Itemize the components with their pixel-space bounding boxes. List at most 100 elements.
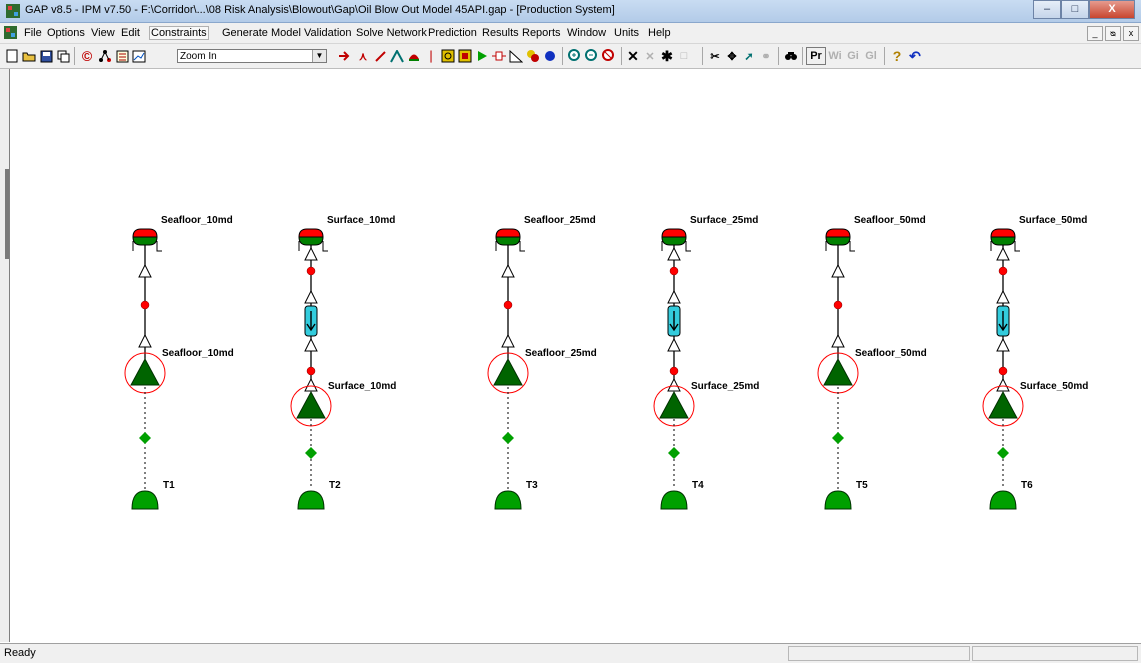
- pointer-icon[interactable]: ➚: [741, 48, 757, 64]
- help-icon[interactable]: ?: [889, 48, 905, 64]
- node-tool-icon[interactable]: [508, 48, 524, 64]
- menu-reports[interactable]: Reports: [522, 27, 561, 39]
- well-node[interactable]: [130, 357, 160, 386]
- pipe-tool-icon[interactable]: [372, 48, 388, 64]
- menu-file[interactable]: File: [24, 27, 42, 39]
- menu-model-validation[interactable]: Model Validation: [271, 27, 352, 39]
- tank-node[interactable]: [824, 490, 852, 510]
- menu-options[interactable]: Options: [47, 27, 85, 39]
- zoom-fit-icon[interactable]: [601, 48, 617, 64]
- well-node[interactable]: [493, 357, 523, 386]
- joint-node[interactable]: [998, 366, 1008, 376]
- separator-node[interactable]: [825, 236, 851, 246]
- binoculars-icon[interactable]: [783, 48, 799, 64]
- disable-icon[interactable]: ✕: [642, 48, 658, 64]
- sidebar-scroll-thumb[interactable]: [5, 169, 9, 259]
- network-canvas[interactable]: Seafloor_10md Seafloor_10md T1 Surface_10md…: [10, 69, 1141, 642]
- tank-node[interactable]: [297, 490, 325, 510]
- gas-lift-mode-button[interactable]: Gl: [863, 48, 879, 64]
- copy-window-icon[interactable]: [55, 48, 71, 64]
- tank-node[interactable]: [494, 490, 522, 510]
- well-node[interactable]: [823, 357, 853, 386]
- tank-tool-icon[interactable]: [337, 48, 353, 64]
- joint-node[interactable]: [833, 300, 843, 310]
- tank-node[interactable]: [660, 490, 688, 510]
- separator-node[interactable]: [132, 228, 158, 238]
- separator-node[interactable]: [298, 236, 324, 246]
- undo-icon[interactable]: ↶: [907, 48, 923, 64]
- joint-node[interactable]: [503, 300, 513, 310]
- blank-tool-icon[interactable]: □: [676, 48, 692, 64]
- joint-node[interactable]: [306, 266, 316, 276]
- mdi-restore-button[interactable]: ᴓ: [1105, 26, 1121, 41]
- joint-node[interactable]: [306, 366, 316, 376]
- joint-node[interactable]: [669, 366, 679, 376]
- asterisk-icon[interactable]: ✱: [659, 48, 675, 64]
- new-file-icon[interactable]: [4, 48, 20, 64]
- separator-node[interactable]: [661, 228, 687, 238]
- menu-help[interactable]: Help: [648, 27, 671, 39]
- separator-node[interactable]: [298, 228, 324, 238]
- document-icon[interactable]: [4, 26, 17, 39]
- separator-node[interactable]: [495, 236, 521, 246]
- menu-edit[interactable]: Edit: [121, 27, 140, 39]
- zoom-out-icon[interactable]: [584, 48, 600, 64]
- move-icon[interactable]: ✥: [724, 48, 740, 64]
- plot-icon[interactable]: [131, 48, 147, 64]
- junction-diamond[interactable]: [997, 447, 1009, 459]
- inject-manifold-icon[interactable]: [389, 48, 405, 64]
- calculator-icon[interactable]: [114, 48, 130, 64]
- well-tool-icon[interactable]: ⋏: [355, 48, 371, 64]
- maximize-button[interactable]: □: [1061, 0, 1089, 19]
- joint-node[interactable]: [669, 266, 679, 276]
- close-button[interactable]: X: [1089, 0, 1135, 19]
- production-mode-button[interactable]: Pr: [806, 47, 826, 65]
- link-icon[interactable]: ⚭: [758, 48, 774, 64]
- gas-injection-mode-button[interactable]: Gi: [845, 48, 861, 64]
- separator-node[interactable]: [825, 228, 851, 238]
- well-node[interactable]: [296, 390, 326, 419]
- menu-window[interactable]: Window: [567, 27, 606, 39]
- mdi-minimize-button[interactable]: _: [1087, 26, 1103, 41]
- menu-generate[interactable]: Generate: [222, 27, 268, 39]
- mdi-close-button[interactable]: x: [1123, 26, 1139, 41]
- blue-node-icon[interactable]: [542, 48, 558, 64]
- open-folder-icon[interactable]: [21, 48, 37, 64]
- choke-tool-icon[interactable]: ᛁ: [423, 48, 439, 64]
- separator-node[interactable]: [661, 236, 687, 246]
- tank-node[interactable]: [989, 490, 1017, 510]
- menu-view[interactable]: View: [91, 27, 115, 39]
- network-icon[interactable]: [97, 48, 113, 64]
- well-node[interactable]: [988, 390, 1018, 419]
- delete-icon[interactable]: ✕: [625, 48, 641, 64]
- well-node[interactable]: [659, 390, 689, 419]
- junction-diamond[interactable]: [832, 432, 844, 444]
- minimize-button[interactable]: –: [1033, 0, 1061, 19]
- play-icon[interactable]: [474, 48, 490, 64]
- junction-diamond[interactable]: [139, 432, 151, 444]
- chevron-down-icon[interactable]: ▼: [312, 50, 326, 62]
- pump-tool-icon[interactable]: [457, 48, 473, 64]
- separator-node[interactable]: [132, 236, 158, 246]
- save-icon[interactable]: [38, 48, 54, 64]
- separator-node[interactable]: [495, 228, 521, 238]
- menu-solve-network[interactable]: Solve Network: [356, 27, 427, 39]
- joint-node[interactable]: [140, 300, 150, 310]
- zoom-dropdown[interactable]: Zoom In ▼: [177, 49, 327, 63]
- menu-results[interactable]: Results: [482, 27, 519, 39]
- menu-constraints[interactable]: Constraints: [149, 26, 209, 40]
- separator-tool-icon[interactable]: [406, 48, 422, 64]
- junction-diamond[interactable]: [502, 432, 514, 444]
- joint-tool-icon[interactable]: [491, 48, 507, 64]
- group-tool-icon[interactable]: [525, 48, 541, 64]
- junction-diamond[interactable]: [305, 447, 317, 459]
- junction-diamond[interactable]: [668, 447, 680, 459]
- separator-node[interactable]: [990, 228, 1016, 238]
- copyright-icon[interactable]: ©: [79, 48, 95, 64]
- separator-node[interactable]: [990, 236, 1016, 246]
- joint-node[interactable]: [998, 266, 1008, 276]
- compressor-tool-icon[interactable]: [440, 48, 456, 64]
- tank-node[interactable]: [131, 490, 159, 510]
- water-injection-mode-button[interactable]: Wi: [827, 48, 843, 64]
- menu-units[interactable]: Units: [614, 27, 639, 39]
